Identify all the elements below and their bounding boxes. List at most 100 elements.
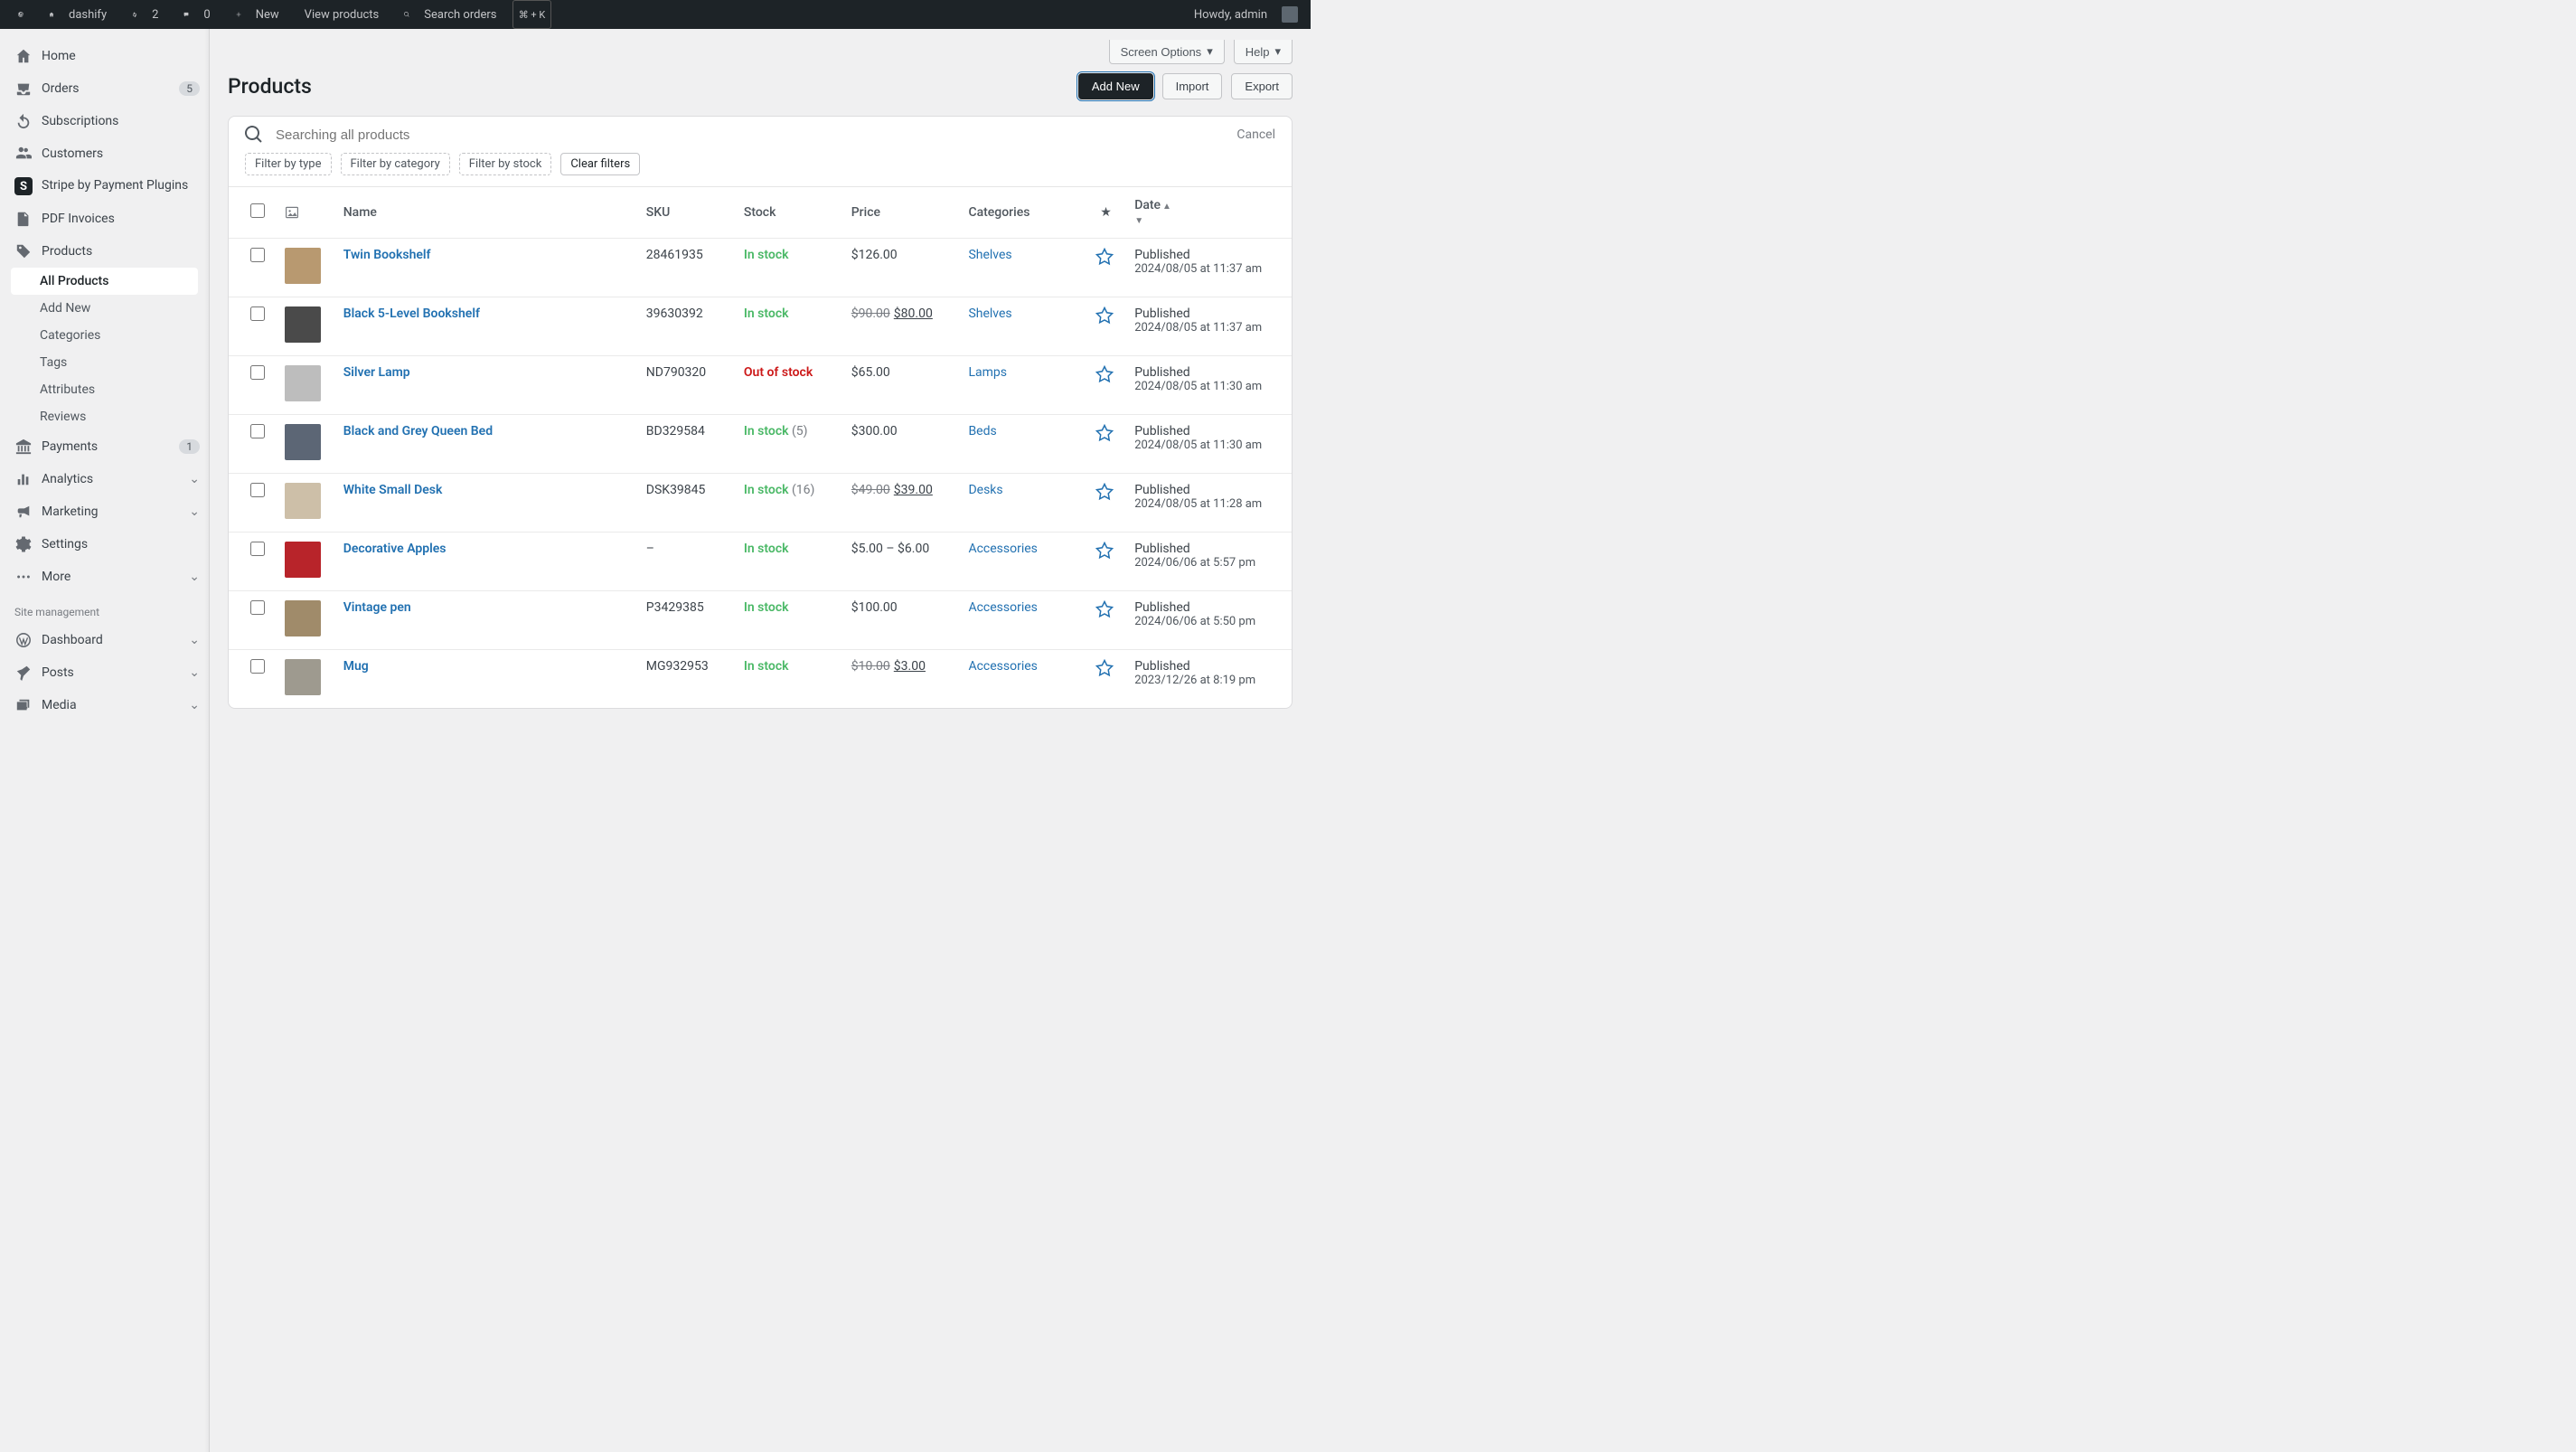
sidebar-item-more[interactable]: More⌄	[0, 561, 209, 593]
col-featured[interactable]: ★	[1086, 187, 1125, 239]
published-label: Published	[1134, 483, 1283, 497]
featured-star[interactable]	[1095, 659, 1116, 677]
featured-star[interactable]	[1095, 483, 1116, 501]
sidebar-item-dashboard[interactable]: Dashboard⌄	[0, 624, 209, 656]
category-link[interactable]: Accessories	[968, 542, 1037, 556]
product-thumb[interactable]	[285, 248, 321, 284]
sidebar-sub-categories[interactable]: Categories	[11, 322, 198, 349]
howdy-link[interactable]: Howdy, admin	[1183, 0, 1303, 29]
product-price: $90.00$80.00	[842, 297, 960, 356]
row-checkbox[interactable]	[250, 483, 265, 497]
sidebar-label: Products	[42, 244, 200, 259]
sidebar-item-posts[interactable]: Posts⌄	[0, 656, 209, 689]
sidebar-item-marketing[interactable]: Marketing⌄	[0, 495, 209, 528]
filter-by-category[interactable]: Filter by category	[341, 153, 450, 175]
sync-link[interactable]: 2	[121, 0, 169, 29]
sidebar-sub-attributes[interactable]: Attributes	[11, 376, 198, 403]
featured-star[interactable]	[1095, 365, 1116, 383]
featured-star[interactable]	[1095, 542, 1116, 560]
sidebar-item-subscriptions[interactable]: Subscriptions	[0, 105, 209, 137]
product-thumb[interactable]	[285, 483, 321, 519]
cancel-link[interactable]: Cancel	[1236, 127, 1275, 142]
row-checkbox[interactable]	[250, 248, 265, 262]
main-content: Screen Options▾ Help▾ Products Add New I…	[210, 29, 1311, 1452]
product-name-link[interactable]: Twin Bookshelf	[343, 248, 431, 262]
sidebar-item-stripe[interactable]: SStripe by Payment Plugins	[0, 170, 209, 203]
search-input[interactable]	[276, 127, 1224, 143]
row-checkbox[interactable]	[250, 306, 265, 321]
view-products-link[interactable]: View products	[294, 0, 390, 29]
products-table: Name SKU Stock Price Categories ★ Date▲▼…	[229, 186, 1292, 708]
category-link[interactable]: Desks	[968, 483, 1002, 497]
sidebar-item-analytics[interactable]: Analytics⌄	[0, 463, 209, 495]
col-categories[interactable]: Categories	[959, 187, 1086, 239]
sidebar-sub-all[interactable]: All Products	[11, 268, 198, 295]
row-checkbox[interactable]	[250, 365, 265, 380]
sidebar-item-settings[interactable]: Settings	[0, 528, 209, 561]
featured-star[interactable]	[1095, 306, 1116, 325]
col-sku[interactable]: SKU	[637, 187, 735, 239]
category-link[interactable]: Beds	[968, 424, 996, 438]
export-button[interactable]: Export	[1231, 73, 1293, 99]
chevron-down-icon: ⌄	[189, 570, 200, 584]
col-date[interactable]: Date▲▼	[1125, 187, 1292, 239]
clear-filters[interactable]: Clear filters	[560, 153, 640, 175]
sidebar-item-orders[interactable]: Orders5	[0, 72, 209, 105]
category-link[interactable]: Lamps	[968, 365, 1007, 380]
row-checkbox[interactable]	[250, 542, 265, 556]
col-stock[interactable]: Stock	[735, 187, 842, 239]
import-button[interactable]: Import	[1162, 73, 1223, 99]
row-checkbox[interactable]	[250, 424, 265, 438]
product-thumb[interactable]	[285, 424, 321, 460]
published-date: 2024/08/05 at 11:30 am	[1134, 380, 1283, 393]
product-name-link[interactable]: Decorative Apples	[343, 542, 447, 556]
sidebar-item-pdf[interactable]: PDF Invoices	[0, 203, 209, 235]
row-checkbox[interactable]	[250, 659, 265, 674]
product-thumb[interactable]	[285, 365, 321, 401]
sidebar-item-payments[interactable]: Payments1	[0, 430, 209, 463]
category-link[interactable]: Accessories	[968, 659, 1037, 674]
filter-by-type[interactable]: Filter by type	[245, 153, 332, 175]
product-price: $100.00	[842, 591, 960, 650]
published-label: Published	[1134, 542, 1283, 556]
filter-by-stock[interactable]: Filter by stock	[459, 153, 552, 175]
product-name-link[interactable]: Black and Grey Queen Bed	[343, 424, 493, 438]
stock-status: In stock	[744, 248, 789, 262]
search-orders[interactable]: Search orders ⌘ + K	[393, 0, 557, 29]
col-price[interactable]: Price	[842, 187, 960, 239]
select-all-checkbox[interactable]	[250, 203, 265, 218]
product-thumb[interactable]	[285, 600, 321, 636]
product-name-link[interactable]: White Small Desk	[343, 483, 443, 497]
screen-options-button[interactable]: Screen Options▾	[1109, 40, 1225, 64]
wordpress-logo[interactable]	[7, 0, 34, 29]
featured-star[interactable]	[1095, 424, 1116, 442]
chevron-down-icon: ⌄	[189, 698, 200, 712]
sidebar-item-products[interactable]: Products	[0, 235, 209, 268]
site-link[interactable]: dashify	[38, 0, 118, 29]
sidebar-sub-add[interactable]: Add New	[11, 295, 198, 322]
product-thumb[interactable]	[285, 306, 321, 343]
comments-link[interactable]: 0	[173, 0, 221, 29]
sidebar-sub-tags[interactable]: Tags	[11, 349, 198, 376]
featured-star[interactable]	[1095, 248, 1116, 266]
category-link[interactable]: Shelves	[968, 306, 1011, 321]
product-name-link[interactable]: Vintage pen	[343, 600, 411, 615]
category-link[interactable]: Shelves	[968, 248, 1011, 262]
product-thumb[interactable]	[285, 542, 321, 578]
col-name[interactable]: Name	[334, 187, 637, 239]
sidebar-sub-reviews[interactable]: Reviews	[11, 403, 198, 430]
add-new-button[interactable]: Add New	[1078, 73, 1153, 99]
category-link[interactable]: Accessories	[968, 600, 1037, 615]
product-thumb[interactable]	[285, 659, 321, 695]
product-name-link[interactable]: Silver Lamp	[343, 365, 410, 380]
help-button[interactable]: Help▾	[1234, 40, 1293, 64]
row-checkbox[interactable]	[250, 600, 265, 615]
sidebar-item-media[interactable]: Media⌄	[0, 689, 209, 721]
product-name-link[interactable]: Mug	[343, 659, 369, 674]
product-name-link[interactable]: Black 5-Level Bookshelf	[343, 306, 480, 321]
sidebar-item-customers[interactable]: Customers	[0, 137, 209, 170]
sidebar-item-home[interactable]: Home	[0, 40, 209, 72]
image-icon	[285, 205, 325, 220]
featured-star[interactable]	[1095, 600, 1116, 618]
new-link[interactable]: New	[225, 0, 290, 29]
